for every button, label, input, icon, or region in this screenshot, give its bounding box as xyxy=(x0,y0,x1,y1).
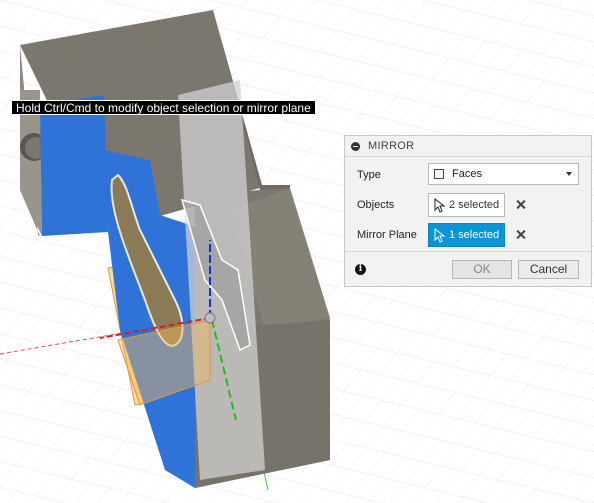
mirror-plane-label: Mirror Plane xyxy=(357,229,417,241)
mirror-plane-clear-icon[interactable] xyxy=(515,229,526,240)
dialog-title: MIRROR xyxy=(368,140,415,152)
objects-selection-value: 2 selected xyxy=(449,199,500,211)
chevron-down-icon xyxy=(566,172,572,176)
collapse-icon[interactable] xyxy=(351,142,360,151)
cursor-arrow-icon xyxy=(434,198,445,213)
type-dropdown[interactable]: Faces xyxy=(428,163,579,185)
dialog-header: MIRROR xyxy=(345,136,591,157)
objects-label: Objects xyxy=(357,199,395,211)
faces-icon xyxy=(434,169,444,179)
cursor-arrow-icon xyxy=(434,228,445,243)
type-label: Type xyxy=(357,169,381,181)
mirror-dialog: MIRROR Type Faces Objects 2 selected Mir… xyxy=(344,135,592,287)
info-icon[interactable]: i xyxy=(355,264,366,275)
dialog-footer: i OK Cancel xyxy=(345,251,591,287)
cancel-button[interactable]: Cancel xyxy=(518,260,579,279)
selected-face-upper xyxy=(40,95,108,236)
selection-tooltip: Hold Ctrl/Cmd to modify object selection… xyxy=(11,100,316,115)
mirror-plane-selection-button[interactable]: 1 selected xyxy=(428,223,505,247)
manipulator-origin[interactable] xyxy=(204,312,216,324)
type-value: Faces xyxy=(452,168,482,180)
ok-button[interactable]: OK xyxy=(452,260,512,279)
mirror-plane-selection-value: 1 selected xyxy=(449,229,500,241)
objects-selection-button[interactable]: 2 selected xyxy=(428,193,505,217)
objects-clear-icon[interactable] xyxy=(515,199,526,210)
